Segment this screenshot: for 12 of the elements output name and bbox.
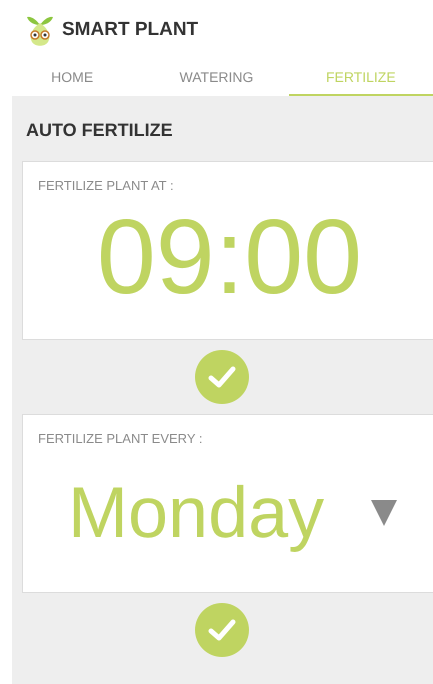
nav-tab[interactable]: HOME	[0, 60, 144, 96]
dropdown-arrow-icon	[371, 500, 397, 526]
confirm-button[interactable]	[194, 350, 248, 404]
time-value[interactable]: 09:00	[96, 204, 362, 310]
section-title: AUTO FERTILIZE	[25, 119, 174, 142]
setting-label: FERTILIZE PLANT EVERY :	[38, 430, 204, 448]
nav-tab[interactable]: WATERING	[144, 60, 289, 96]
app-title: SMART PLANT	[62, 18, 198, 42]
checkmark-icon	[208, 618, 236, 642]
setting-label: FERTILIZE PLANT AT :	[38, 177, 175, 195]
checkmark-icon	[208, 365, 236, 389]
confirm-button[interactable]	[194, 603, 248, 657]
